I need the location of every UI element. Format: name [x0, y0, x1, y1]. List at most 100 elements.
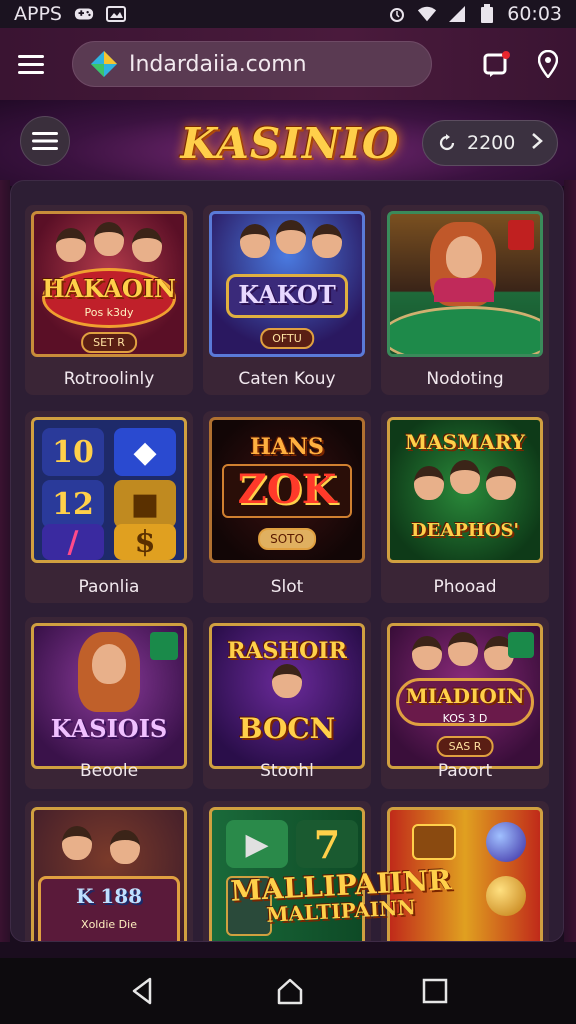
card-table [390, 306, 540, 354]
treasure-chest [412, 824, 456, 860]
game-thumbnail: K 188 Xoldie Die [31, 807, 187, 941]
game-art-badge: SET R [81, 332, 137, 353]
character [448, 632, 478, 666]
slot-badge [508, 220, 534, 250]
character [94, 222, 124, 256]
recents-icon[interactable] [422, 978, 448, 1004]
game-label: Nodoting [426, 369, 504, 389]
gamepad-icon [74, 5, 94, 23]
dealer-shirt [434, 278, 494, 302]
game-art-title: HAKAOIN [42, 274, 176, 303]
address-bar[interactable]: Indardaiia.comn [72, 41, 432, 87]
game-art-badge: SAS R [436, 736, 494, 757]
signal-icon [447, 5, 467, 23]
chat-notification-icon[interactable] [482, 49, 512, 79]
number-tile: 12 [42, 480, 104, 528]
map-pin-icon[interactable] [538, 50, 558, 78]
slot-tile: ◆ [114, 428, 176, 476]
character [240, 224, 270, 258]
game-art-title: KAKOT [238, 280, 336, 309]
game-card[interactable]: KAKOT OFTU Caten Kouy [203, 205, 371, 395]
game-card[interactable]: MIADIOIN KOS 3 D SAS R Paoort [381, 617, 549, 789]
url-text: Indardaiia.comn [129, 51, 307, 77]
system-nav-bar [0, 958, 576, 1024]
game-thumbnail: KAKOT OFTU [209, 211, 365, 357]
gem-orb [486, 822, 526, 862]
game-label: Stoohl [260, 761, 314, 781]
badge-icon [150, 632, 178, 660]
game-card[interactable]: MASMARY DEAPHOS' Phooad [381, 411, 549, 603]
game-art-title: KASIOIS [50, 714, 168, 743]
home-icon[interactable] [275, 976, 305, 1006]
character [62, 826, 92, 860]
right-backdrop [564, 180, 576, 942]
game-label: Paonlia [78, 577, 140, 597]
wifi-icon [417, 5, 437, 23]
slot-tile: $ [114, 524, 176, 560]
game-art-subtitle: OFTU [260, 328, 314, 349]
chevron-right-icon [531, 131, 543, 155]
browser-toolbar: Indardaiia.comn [0, 28, 576, 100]
badge-icon [508, 632, 534, 658]
casino-header: KASINIO 2200 [0, 100, 576, 186]
game-art-subtitle: KOS 3 D [442, 712, 488, 725]
menu-icon[interactable] [18, 53, 44, 75]
character [110, 830, 140, 864]
character [412, 636, 442, 670]
character [446, 236, 482, 278]
game-label: Phooad [433, 577, 497, 597]
game-card[interactable]: HAKAOIN Pos k3dy SET R Rotroolinly [25, 205, 193, 395]
game-art-top: HANS [250, 434, 324, 460]
character [56, 228, 86, 262]
character [450, 460, 480, 494]
casino-logo: KASINIO [180, 118, 400, 168]
coin-balance: 2200 [467, 132, 516, 154]
status-apps-label: APPS [14, 3, 62, 25]
game-card[interactable]: KASIOIS Beoole [25, 617, 193, 789]
game-thumbnail: MASMARY DEAPHOS' [387, 417, 543, 563]
game-card[interactable]: K 188 Xoldie Die [25, 801, 193, 941]
side-menu-button[interactable] [20, 116, 70, 166]
game-thumbnail: HANS ZOK SOTO [209, 417, 365, 563]
game-art-subtitle: BOCN [238, 712, 336, 745]
battery-icon [477, 4, 497, 23]
game-thumbnail: RASHOIR BOCN [209, 623, 365, 769]
game-label: Caten Kouy [238, 369, 336, 389]
character [312, 224, 342, 258]
coin-balance-button[interactable]: 2200 [422, 120, 558, 166]
status-bar: APPS 60:03 [0, 0, 576, 28]
game-art-subtitle: DEAPHOS' [410, 520, 520, 541]
menu-icon [32, 132, 58, 150]
back-icon[interactable] [128, 976, 158, 1006]
character [486, 466, 516, 500]
game-card[interactable]: Nodoting [381, 205, 549, 395]
game-art-title: RASHOIR [227, 638, 347, 664]
game-card[interactable]: 10 ◆ 12 ■ / $ Paonlia [25, 411, 193, 603]
game-thumbnail: MIADIOIN KOS 3 D SAS R [387, 623, 543, 769]
game-art-title: MIADIOIN [405, 684, 525, 708]
number-tile: 10 [42, 428, 104, 476]
game-art-subtitle: SOTO [258, 528, 316, 550]
game-card[interactable]: HANS ZOK SOTO Slot [203, 411, 371, 603]
character [276, 220, 306, 254]
game-thumbnail: 10 ◆ 12 ■ / $ [31, 417, 187, 563]
status-time: 60:03 [507, 3, 562, 25]
game-art-subtitle: Pos k3dy [84, 306, 134, 319]
slot-tile: 7 [296, 820, 358, 868]
game-thumbnail: HAKAOIN Pos k3dy SET R [31, 211, 187, 357]
character [414, 466, 444, 500]
game-grid: HAKAOIN Pos k3dy SET R Rotroolinly KAKOT… [10, 180, 564, 942]
left-backdrop [0, 180, 10, 942]
game-card[interactable]: RASHOIR BOCN Stoohl [203, 617, 371, 789]
slot-tile: ■ [114, 480, 176, 528]
game-thumbnail [387, 211, 543, 357]
alarm-icon [387, 5, 407, 23]
game-art-title: K 188 [75, 884, 143, 908]
game-label: Slot [270, 577, 304, 597]
character [272, 664, 302, 698]
game-thumbnail: KASIOIS [31, 623, 187, 769]
game-label: Rotroolinly [63, 369, 155, 389]
game-art-subtitle: Xoldie Die [81, 918, 137, 931]
photo-icon [105, 5, 126, 23]
character [132, 228, 162, 262]
